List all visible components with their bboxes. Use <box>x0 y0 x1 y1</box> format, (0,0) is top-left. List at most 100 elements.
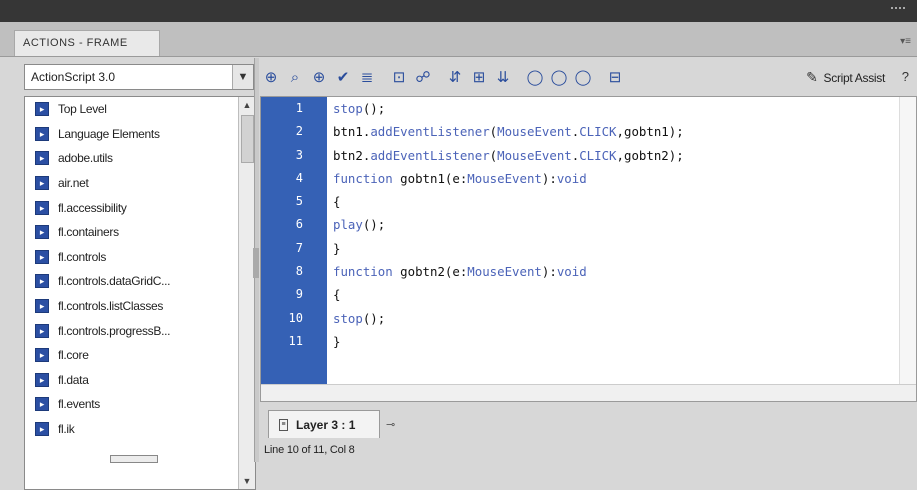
tree-item-label: Language Elements <box>58 126 160 141</box>
tree-item[interactable]: ▸ fl.containers <box>25 220 255 245</box>
line-number: 6 <box>295 217 303 232</box>
package-book-icon: ▸ <box>35 274 49 289</box>
package-book-icon: ▸ <box>35 151 49 166</box>
package-book-icon: ▸ <box>35 397 49 412</box>
scroll-thumb[interactable] <box>241 115 254 163</box>
panel-title-bar[interactable] <box>0 0 917 22</box>
remove-comment-icon[interactable]: ◯ <box>572 66 594 88</box>
apply-block-comment-icon[interactable]: ◯ <box>524 66 546 88</box>
pin-script-icon[interactable]: ⊸ <box>386 418 395 431</box>
tree-item[interactable]: ▸ fl.core <box>25 343 255 368</box>
panel-menu-icon[interactable]: ▾≡ <box>900 36 911 47</box>
show-hide-toolbox-icon[interactable]: ⊟ <box>604 66 626 88</box>
line-number: 4 <box>295 170 303 185</box>
line-number: 10 <box>288 310 303 325</box>
editor-horizontal-scrollbar[interactable] <box>261 384 916 401</box>
editor-status-area: ≡ Layer 3 : 1 ⊸ Line 10 of 11, Col 8 <box>260 404 917 476</box>
layer-tab-label: Layer 3 : 1 <box>296 417 356 432</box>
package-book-icon: ▸ <box>35 323 49 338</box>
scroll-down-icon[interactable]: ▼ <box>239 473 255 489</box>
tree-item[interactable]: ▸ fl.controls.dataGridC... <box>25 269 255 294</box>
code-line[interactable]: { <box>333 283 896 306</box>
collapse-selection-icon[interactable]: ⊞ <box>468 66 490 88</box>
script-assist-label: Script Assist <box>823 70 886 85</box>
debug-options-icon[interactable]: ☍ <box>412 66 434 88</box>
tab-actions-frame[interactable]: ACTIONS - FRAME <box>14 30 160 56</box>
tree-item[interactable]: ▸ fl.controls.listClasses <box>25 294 255 319</box>
package-book-icon: ▸ <box>35 200 49 215</box>
panel-tab-strip: ACTIONS - FRAME ▾≡ <box>0 22 917 57</box>
tab-layer[interactable]: ≡ Layer 3 : 1 <box>268 410 380 438</box>
tree-scrollbar[interactable]: ▲ ▼ <box>238 97 255 489</box>
tree-item[interactable]: ▸ Top Level <box>25 97 255 122</box>
tree-item[interactable]: ▸ adobe.utils <box>25 146 255 171</box>
code-line[interactable]: btn2.addEventListener(MouseEvent.CLICK,g… <box>333 144 896 167</box>
tree-item[interactable]: ▸ Language Elements <box>25 122 255 147</box>
tree-item[interactable]: ▸ fl.events <box>25 392 255 417</box>
editor-vertical-scrollbar[interactable] <box>899 97 916 385</box>
magic-wand-icon: ✎ <box>806 69 818 85</box>
cursor-position-status: Line 10 of 11, Col 8 <box>264 444 355 456</box>
tree-item-label: fl.controls.listClasses <box>58 299 164 314</box>
help-icon[interactable]: ? <box>902 69 909 84</box>
script-editor[interactable]: 1 2 3 4 5 6 7 8 9 10 11 stop(); btn1.add… <box>260 96 917 402</box>
code-line[interactable]: function gobtn2(e:MouseEvent):void <box>333 260 896 283</box>
tree-item-label: fl.controls.progressB... <box>58 323 171 338</box>
scroll-up-icon[interactable]: ▲ <box>239 97 255 113</box>
tree-item-label: fl.ik <box>58 422 75 437</box>
toolbox-resize-handle[interactable] <box>110 455 158 463</box>
code-area[interactable]: stop(); btn1.addEventListener(MouseEvent… <box>333 97 896 385</box>
tree-item[interactable]: ▸ fl.controls.progressB... <box>25 318 255 343</box>
collapse-braces-icon[interactable]: ⇵ <box>444 66 466 88</box>
pane-splitter[interactable] <box>253 58 259 462</box>
panel-grip-icon[interactable] <box>891 7 905 15</box>
package-book-icon: ▸ <box>35 299 49 314</box>
tree-item[interactable]: ▸ fl.accessibility <box>25 195 255 220</box>
line-number: 2 <box>295 124 303 139</box>
code-line[interactable]: btn1.addEventListener(MouseEvent.CLICK,g… <box>333 120 896 143</box>
tree-item[interactable]: ▸ fl.data <box>25 368 255 393</box>
tree-item-label: fl.events <box>58 397 100 412</box>
expand-all-icon[interactable]: ⇊ <box>492 66 514 88</box>
line-number: 9 <box>295 287 303 302</box>
package-book-icon: ▸ <box>35 102 49 117</box>
code-line[interactable]: stop(); <box>333 307 896 330</box>
tree-item-label: fl.controls <box>58 249 107 264</box>
line-number: 11 <box>288 333 303 348</box>
tree-item[interactable]: ▸ fl.ik <box>25 417 255 442</box>
language-select[interactable]: ActionScript 3.0 ▼ <box>24 64 254 90</box>
tree-item[interactable]: ▸ fl.controls <box>25 245 255 270</box>
line-number: 7 <box>295 240 303 255</box>
insert-target-path-icon[interactable]: ⊕ <box>308 66 330 88</box>
tree-item-label: fl.containers <box>58 225 119 240</box>
tree-item[interactable]: ▸ air.net <box>25 171 255 196</box>
code-hint-icon[interactable]: ⊡ <box>388 66 410 88</box>
package-book-icon: ▸ <box>35 249 49 264</box>
line-number: 1 <box>295 101 303 115</box>
line-number: 5 <box>295 194 303 209</box>
script-assist-button[interactable]: ✎ Script Assist <box>806 69 885 86</box>
actions-tree: ▸ Top Level ▸ Language Elements ▸ adobe.uti… <box>24 96 256 490</box>
auto-format-icon[interactable]: ≣ <box>356 66 378 88</box>
find-icon[interactable]: ⌕ <box>284 66 306 88</box>
line-number-gutter: 1 2 3 4 5 6 7 8 9 10 11 <box>261 97 327 385</box>
tree-item-label: Top Level <box>58 102 107 117</box>
code-line[interactable]: play(); <box>333 213 896 236</box>
code-line[interactable]: { <box>333 190 896 213</box>
tree-item-label: adobe.utils <box>58 151 113 166</box>
check-syntax-icon[interactable]: ✔ <box>332 66 354 88</box>
package-book-icon: ▸ <box>35 225 49 240</box>
code-line[interactable]: stop(); <box>333 97 896 120</box>
chevron-down-icon[interactable]: ▼ <box>232 65 253 89</box>
language-select-value: ActionScript 3.0 <box>31 70 116 84</box>
package-book-icon: ▸ <box>35 348 49 363</box>
package-book-icon: ▸ <box>35 422 49 437</box>
collapse-toolbox-icon[interactable] <box>253 248 259 278</box>
add-statement-icon[interactable]: ⊕ <box>260 66 282 88</box>
code-line[interactable]: } <box>333 237 896 260</box>
code-line[interactable]: } <box>333 330 896 353</box>
code-line[interactable]: function gobtn1(e:MouseEvent):void <box>333 167 896 190</box>
tree-item-label: fl.controls.dataGridC... <box>58 274 171 289</box>
apply-line-comment-icon[interactable]: ◯ <box>548 66 570 88</box>
tree-item-label: air.net <box>58 176 89 191</box>
